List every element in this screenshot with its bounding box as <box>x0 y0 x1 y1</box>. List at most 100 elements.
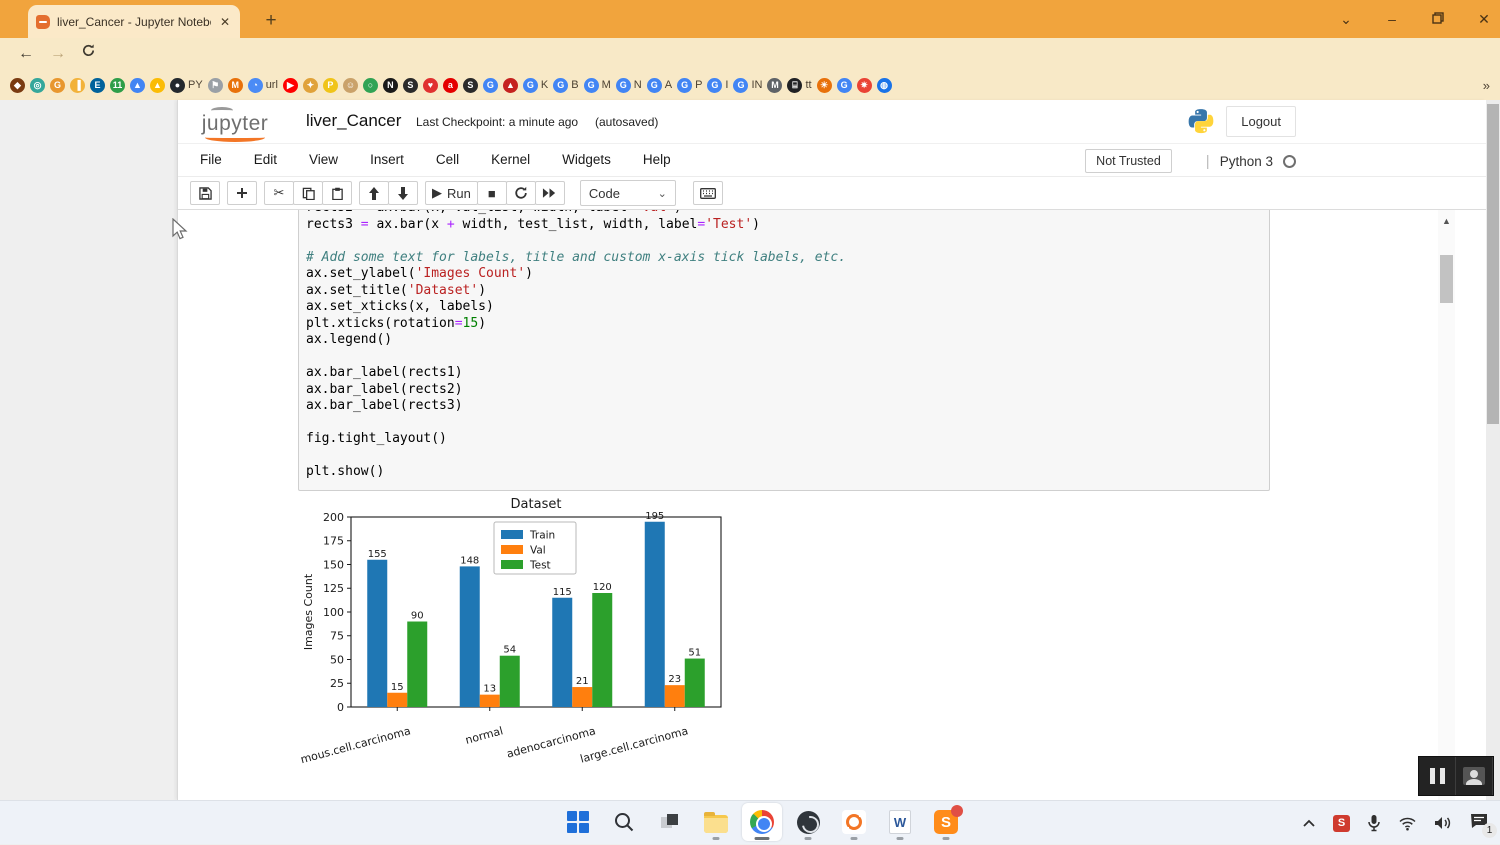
bookmark-item[interactable]: GI <box>707 78 728 93</box>
wifi-icon[interactable] <box>1398 816 1417 831</box>
bookmark-item[interactable]: ♥ <box>423 78 438 93</box>
menu-help[interactable]: Help <box>627 143 687 177</box>
bookmark-item[interactable]: GIN <box>733 78 762 93</box>
bookmark-item[interactable]: ▐ <box>70 78 85 93</box>
bookmark-item[interactable]: ●PY <box>170 78 203 93</box>
menu-kernel[interactable]: Kernel <box>475 143 546 177</box>
code-cell-input[interactable]: rects2 = ax.bar(x, val_list, width, labe… <box>298 210 1270 491</box>
bookmarks-overflow-chevron[interactable]: » <box>1483 78 1490 93</box>
microphone-icon[interactable] <box>1367 814 1381 832</box>
bookmark-item[interactable]: ◆ <box>10 78 25 93</box>
bookmark-item[interactable]: E <box>90 78 105 93</box>
scroll-up-arrow-icon[interactable]: ▲ <box>1438 210 1455 226</box>
menu-file[interactable]: File <box>184 143 238 177</box>
move-cell-down-button[interactable] <box>388 181 418 205</box>
bookmark-item[interactable]: ○ <box>363 78 378 93</box>
sublime-button[interactable]: S <box>926 803 966 841</box>
bookmark-item[interactable]: ◍ <box>877 78 892 93</box>
window-profile-chevron-icon[interactable]: ⌄ <box>1336 11 1356 28</box>
bookmark-item[interactable]: N <box>383 78 398 93</box>
bookmark-item[interactable]: ◔url <box>248 78 278 93</box>
bookmark-item[interactable]: GP <box>677 78 702 93</box>
bookmark-item[interactable]: M <box>767 78 782 93</box>
menu-view[interactable]: View <box>293 143 354 177</box>
run-button[interactable]: ▶Run <box>425 181 478 205</box>
obs-button[interactable] <box>788 803 828 841</box>
notebook-content[interactable]: rects2 = ax.bar(x, val_list, width, labe… <box>178 210 1486 800</box>
bookmark-item[interactable]: ▲ <box>503 78 518 93</box>
bookmark-item[interactable]: ☀ <box>817 78 832 93</box>
bookmark-item[interactable]: GN <box>616 78 642 93</box>
bookmark-item[interactable]: ✷ <box>857 78 872 93</box>
command-palette-button[interactable] <box>693 181 723 205</box>
menu-insert[interactable]: Insert <box>354 143 420 177</box>
trust-status-button[interactable]: Not Trusted <box>1085 149 1172 173</box>
bookmark-item[interactable]: G <box>483 78 498 93</box>
notifications-button[interactable]: 1 <box>1470 813 1488 834</box>
move-cell-up-button[interactable] <box>359 181 389 205</box>
volume-icon[interactable] <box>1434 815 1453 831</box>
notebook-title[interactable]: liver_Cancer <box>306 111 401 131</box>
bookmark-item[interactable]: M <box>228 78 243 93</box>
bookmark-item[interactable]: ☺ <box>343 78 358 93</box>
bookmark-item[interactable]: a <box>443 78 458 93</box>
chrome-button[interactable] <box>742 803 782 841</box>
bookmark-item[interactable]: G <box>50 78 65 93</box>
bookmark-item[interactable]: GA <box>647 78 672 93</box>
webcam-preview-button[interactable] <box>1456 757 1493 795</box>
browser-scrollbar[interactable] <box>1486 100 1500 800</box>
browser-scrollbar-thumb[interactable] <box>1487 104 1499 424</box>
start-button[interactable] <box>558 803 598 841</box>
window-minimize-button[interactable]: – <box>1382 11 1402 27</box>
bookmark-item[interactable]: G <box>837 78 852 93</box>
bookmark-favicon: ○ <box>363 78 378 93</box>
restart-run-all-button[interactable] <box>535 181 565 205</box>
bookmark-item[interactable]: ✦ <box>303 78 318 93</box>
bookmark-item[interactable]: ⌸tt <box>787 78 811 93</box>
reload-button[interactable] <box>76 42 100 66</box>
file-explorer-button[interactable] <box>696 803 736 841</box>
save-button[interactable] <box>190 181 220 205</box>
cut-cell-button[interactable]: ✂ <box>264 181 294 205</box>
restart-kernel-button[interactable] <box>506 181 536 205</box>
menu-widgets[interactable]: Widgets <box>546 143 627 177</box>
cell-type-dropdown[interactable]: Code⌄ <box>580 180 676 206</box>
bookmark-item[interactable]: ▶ <box>283 78 298 93</box>
search-button[interactable] <box>604 803 644 841</box>
bookmark-item[interactable]: GK <box>523 78 548 93</box>
interrupt-kernel-button[interactable]: ■ <box>477 181 507 205</box>
sublime-tray-icon[interactable]: S <box>1333 815 1350 832</box>
bookmark-item[interactable]: GB <box>553 78 578 93</box>
menu-cell[interactable]: Cell <box>420 143 475 177</box>
bookmark-item[interactable]: GM <box>584 78 611 93</box>
bookmark-item[interactable]: ⚑ <box>208 78 223 93</box>
pause-recording-button[interactable] <box>1419 757 1456 795</box>
copy-cell-button[interactable] <box>293 181 323 205</box>
bookmark-item[interactable]: ▲ <box>150 78 165 93</box>
add-cell-button[interactable] <box>227 181 257 205</box>
window-restore-button[interactable] <box>1428 11 1448 27</box>
bookmark-label: PY <box>188 79 203 91</box>
tray-chevron-icon[interactable] <box>1302 818 1316 828</box>
bookmark-item[interactable]: S <box>403 78 418 93</box>
bookmark-item[interactable]: S <box>463 78 478 93</box>
window-close-button[interactable]: ✕ <box>1474 11 1494 28</box>
jupyter-logo[interactable]: jupyter <box>191 107 279 142</box>
logout-button[interactable]: Logout <box>1226 106 1296 137</box>
task-view-button[interactable] <box>650 803 690 841</box>
bookmark-item[interactable]: ▲ <box>130 78 145 93</box>
new-tab-button[interactable]: + <box>258 8 284 34</box>
notebook-scrollbar-thumb[interactable] <box>1440 255 1453 303</box>
jupyter-taskbar-button[interactable] <box>834 803 874 841</box>
back-button[interactable]: ← <box>14 42 38 66</box>
word-button[interactable]: W <box>880 803 920 841</box>
paste-cell-button[interactable] <box>322 181 352 205</box>
bookmark-item[interactable]: P <box>323 78 338 93</box>
tab-close-icon[interactable]: ✕ <box>218 15 232 29</box>
bookmark-item[interactable]: ◎ <box>30 78 45 93</box>
forward-button[interactable]: → <box>46 42 70 66</box>
menu-edit[interactable]: Edit <box>238 143 293 177</box>
notebook-scrollbar[interactable]: ▲ <box>1438 210 1455 800</box>
browser-tab[interactable]: liver_Cancer - Jupyter Notebook ✕ <box>28 5 240 38</box>
bookmark-item[interactable]: 11 <box>110 78 125 93</box>
